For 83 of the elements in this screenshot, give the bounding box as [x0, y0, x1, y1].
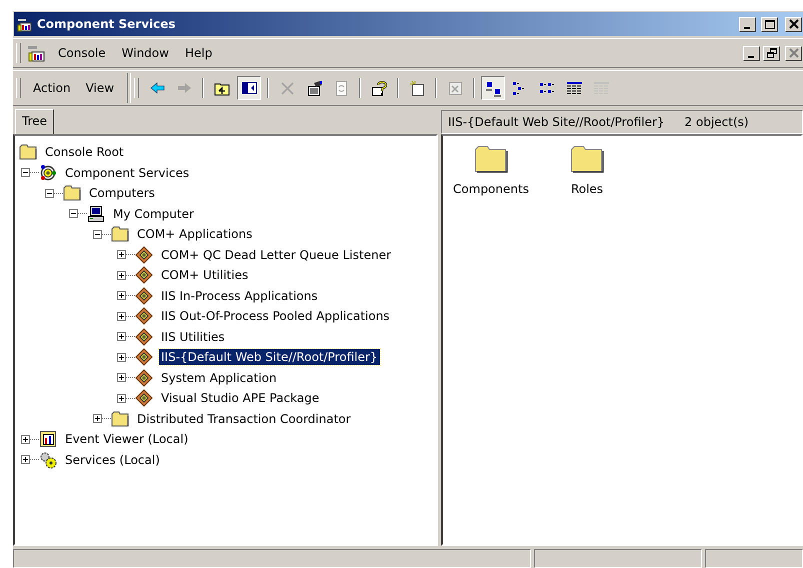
collapse-icon[interactable]	[21, 168, 30, 178]
tree-item[interactable]: IIS Utilities	[159, 328, 227, 345]
minimize-icon	[744, 27, 750, 29]
tab[interactable]: Tree	[15, 109, 54, 135]
panes-icon	[240, 80, 258, 96]
package-icon	[135, 266, 153, 284]
expand-icon[interactable]	[21, 455, 30, 464]
item-label[interactable]: Components	[453, 182, 529, 196]
collapse-icon[interactable]	[69, 209, 78, 218]
expand-icon[interactable]	[117, 250, 126, 260]
folder-icon	[63, 184, 81, 202]
folder-icon	[111, 410, 129, 428]
new-window-icon	[408, 80, 426, 96]
tree-item[interactable]: COM+ Utilities	[159, 267, 250, 284]
tree-item[interactable]: Component Services	[63, 164, 192, 181]
collapse-icon[interactable]	[93, 230, 102, 239]
menu-item[interactable]: View	[78, 79, 122, 97]
expand-icon[interactable]	[117, 312, 126, 321]
item-label[interactable]: Roles	[570, 182, 604, 196]
folder-icon	[570, 144, 604, 174]
tree-item[interactable]: Computers	[87, 185, 157, 202]
expand-icon[interactable]	[21, 434, 30, 444]
event-log-icon	[39, 430, 57, 448]
package-icon	[135, 368, 153, 387]
document-icon	[306, 80, 323, 96]
tree-item[interactable]: IIS Out-Of-Process Pooled Applications	[159, 308, 392, 324]
tree-item[interactable]: COM+ QC Dead Letter Queue Listener	[159, 246, 394, 263]
tree-item[interactable]: Console Root	[43, 144, 126, 160]
tree-item[interactable]: COM+ Applications	[135, 226, 254, 242]
menu-item[interactable]: Help	[178, 44, 220, 62]
package-icon	[135, 307, 153, 326]
computer-icon	[87, 204, 105, 223]
expand-icon[interactable]	[117, 291, 126, 300]
minimize-button[interactable]	[739, 16, 756, 32]
folder-icon	[19, 143, 37, 162]
package-icon	[135, 389, 153, 408]
window-title: Component Services	[37, 17, 176, 31]
tree-item[interactable]: IIS In-Process Applications	[159, 288, 320, 304]
package-icon	[135, 348, 153, 366]
tree-item[interactable]: Distributed Transaction Coordinator	[135, 410, 353, 427]
toolbox-icon[interactable]	[27, 44, 45, 62]
package-icon	[135, 246, 153, 264]
expand-icon[interactable]	[117, 352, 126, 362]
menu-item[interactable]: Window	[114, 44, 176, 62]
cross-icon	[278, 80, 296, 96]
details-icon	[566, 80, 583, 96]
tree-item[interactable]: Visual Studio APE Package	[159, 390, 322, 406]
folder-icon	[111, 225, 129, 244]
tree-item[interactable]: Services (Local)	[63, 452, 162, 468]
tree-item[interactable]: Event Viewer (Local)	[63, 431, 190, 448]
collapse-icon[interactable]	[45, 188, 54, 198]
spreadsheet-icon	[446, 80, 464, 96]
tree-item[interactable]: My Computer	[111, 206, 196, 222]
toolbox-icon	[17, 16, 33, 32]
tree-item[interactable]: IIS-{Default Web Site//Root/Profiler}	[159, 349, 380, 366]
package-icon	[135, 328, 153, 346]
minimize-icon	[748, 56, 754, 58]
menu-item[interactable]: Console	[51, 44, 113, 62]
tree-item[interactable]: System Application	[159, 370, 279, 386]
expand-icon[interactable]	[117, 270, 126, 280]
restore-button[interactable]	[763, 46, 780, 60]
minimize-button[interactable]	[743, 46, 760, 60]
object-count: 2 object(s)	[684, 115, 749, 129]
close-icon	[788, 19, 798, 29]
expand-icon[interactable]	[117, 394, 126, 403]
large-icons-icon	[484, 80, 502, 96]
gears-icon	[39, 450, 57, 469]
expand-icon[interactable]	[117, 332, 126, 342]
left-arrow-icon	[148, 80, 166, 96]
maximize-button[interactable]	[761, 16, 778, 32]
orbit-icon	[39, 164, 57, 182]
close-icon	[788, 48, 798, 58]
folder-icon	[474, 144, 508, 174]
expand-icon[interactable]	[93, 414, 102, 424]
maximize-icon	[764, 20, 774, 29]
package-icon	[135, 286, 153, 305]
pane-title: IIS-{Default Web Site//Root/Profiler}	[448, 115, 665, 129]
help-icon	[370, 80, 388, 96]
restore-icon	[766, 48, 776, 58]
close-button[interactable]	[785, 16, 802, 32]
expand-icon[interactable]	[117, 373, 126, 382]
menu-item[interactable]: Action	[26, 79, 78, 97]
panes-button[interactable]	[237, 76, 262, 100]
